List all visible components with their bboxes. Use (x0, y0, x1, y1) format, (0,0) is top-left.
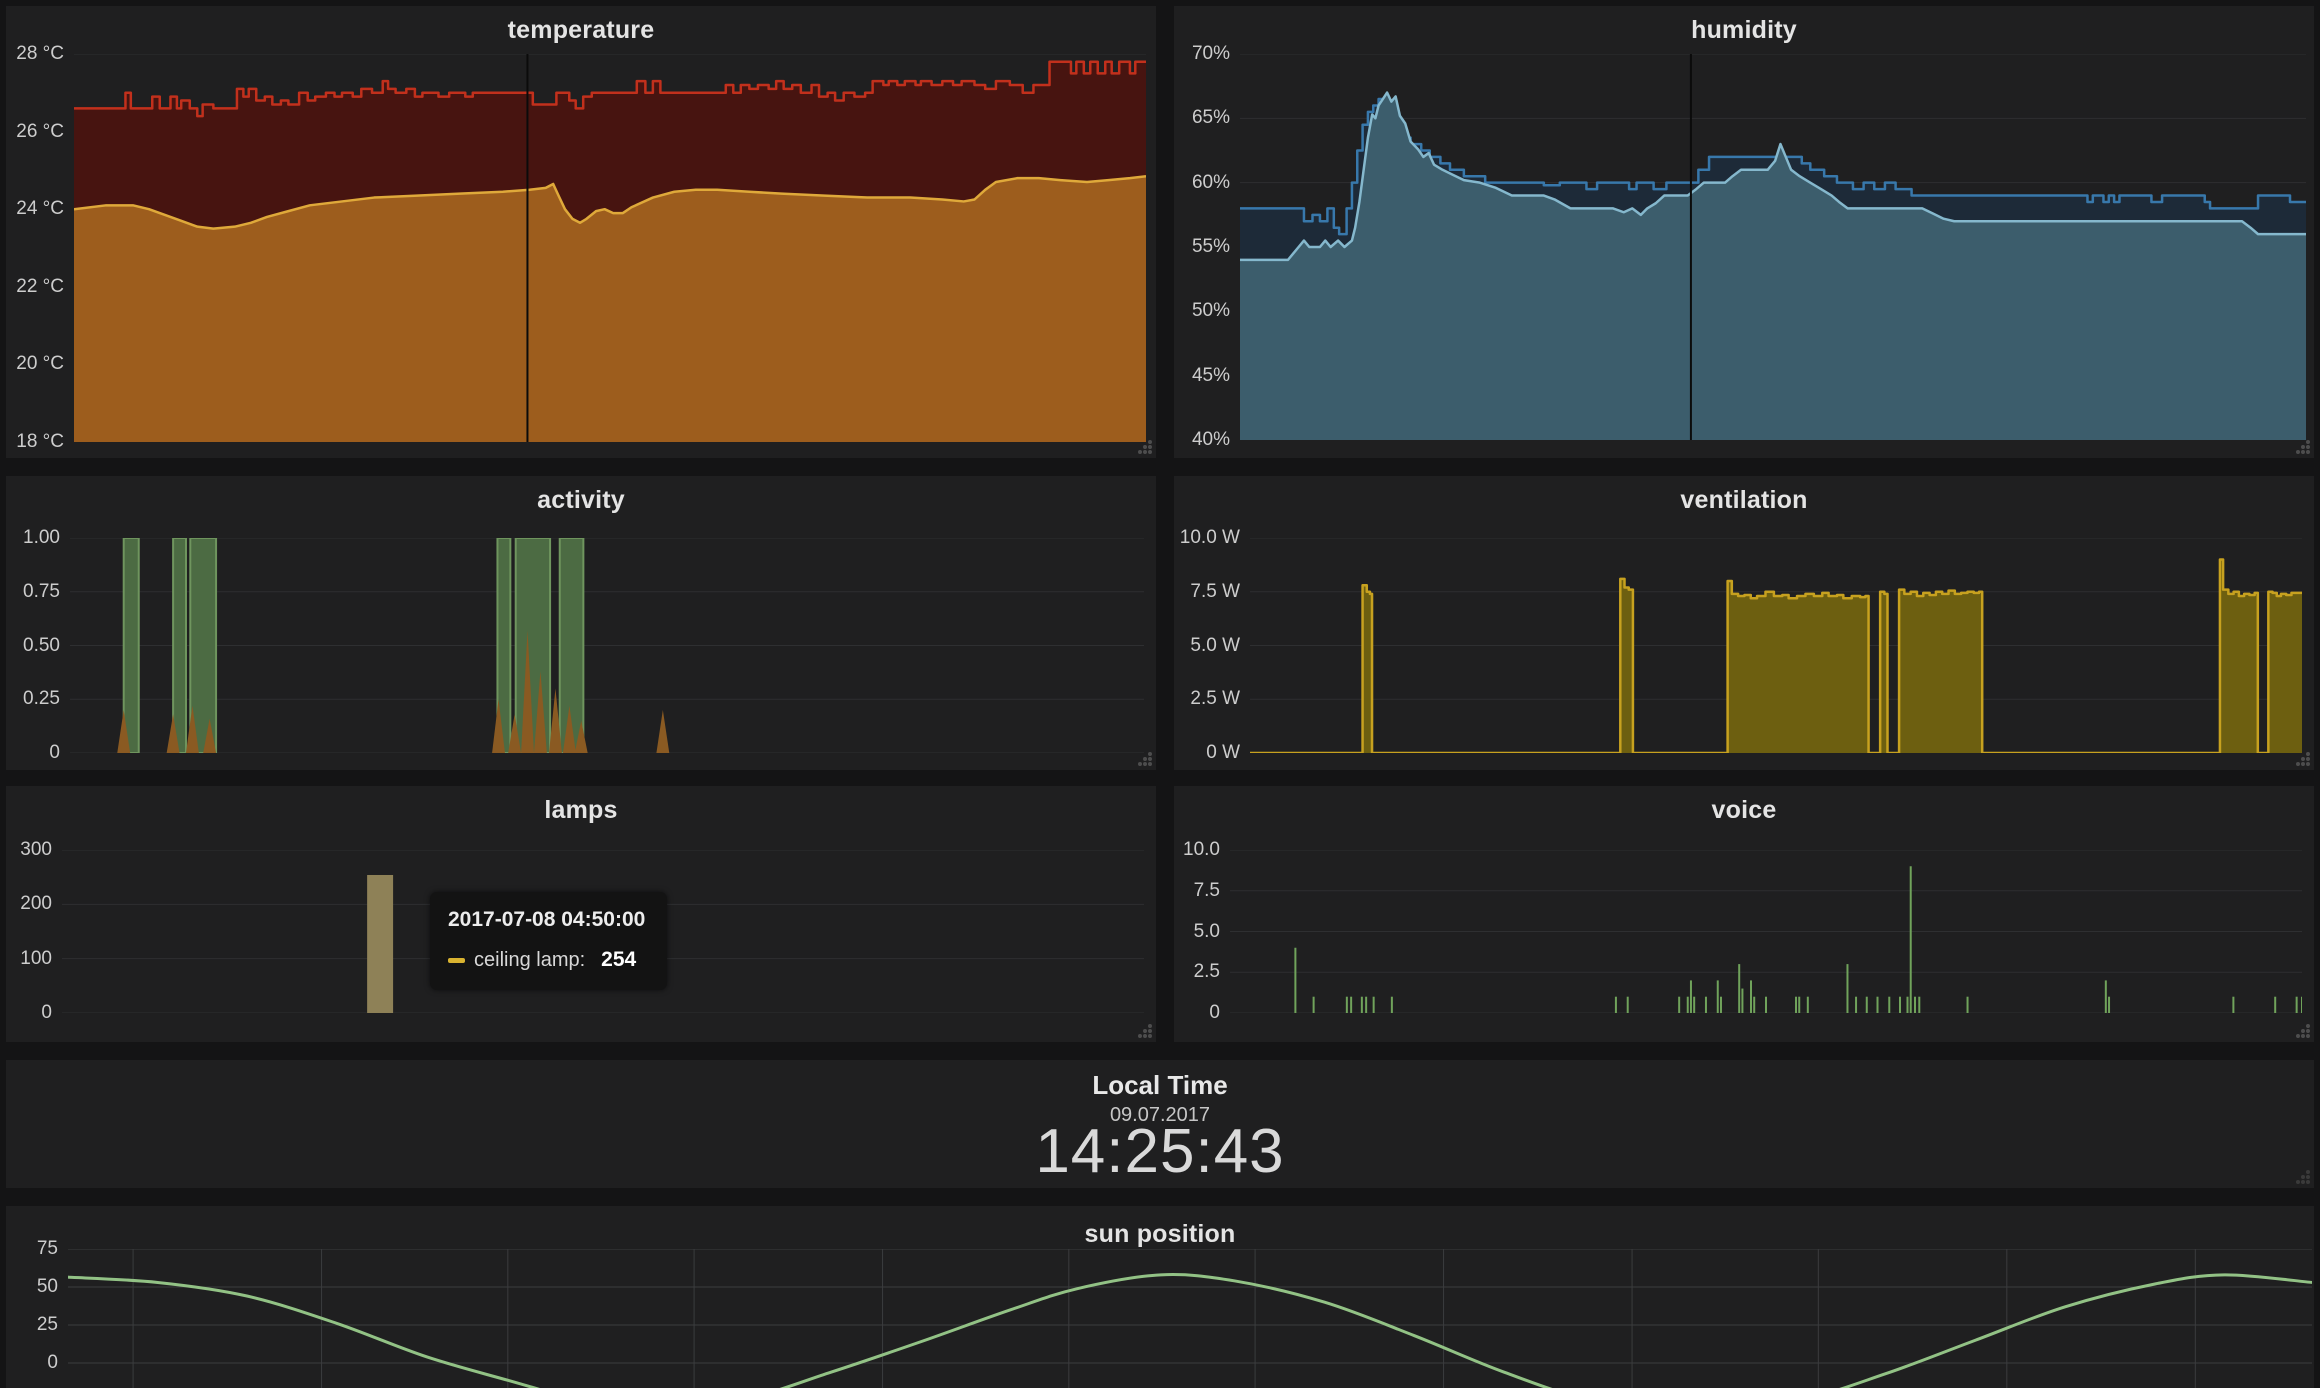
y-axis-tick: 18 °C (16, 431, 64, 453)
ventilation-y-axis: 10.0 W 7.5 W 5.0 W 2.5 W 0 W (1174, 476, 1240, 770)
panel-title-lamps: lamps (6, 796, 1156, 825)
clock-time: 14:25:43 (6, 1116, 2314, 1187)
y-axis-tick: 10.0 (1183, 839, 1220, 861)
y-axis-tick: 7.5 W (1190, 581, 1240, 603)
resize-handle-icon[interactable] (2294, 1168, 2310, 1184)
y-axis-tick: 2.5 (1194, 961, 1220, 983)
temperature-chart[interactable] (74, 54, 1146, 442)
sun-position-chart[interactable] (68, 1249, 2312, 1388)
y-axis-tick: 65% (1192, 107, 1230, 129)
resize-handle-icon[interactable] (2294, 750, 2310, 766)
humidity-chart[interactable] (1240, 54, 2306, 440)
y-axis-tick: 0.50 (23, 635, 60, 657)
panel-local-time: Local Time 09.07.2017 14:25:43 (6, 1060, 2314, 1188)
y-axis-tick: 50 (37, 1276, 58, 1298)
clock-title: Local Time (6, 1070, 2314, 1101)
y-axis-tick: 24 °C (16, 198, 64, 220)
y-axis-tick: 22 °C (16, 276, 64, 298)
ventilation-chart[interactable] (1250, 538, 2302, 753)
activity-chart[interactable] (70, 538, 1144, 753)
voice-chart[interactable] (1230, 850, 2302, 1013)
resize-handle-icon[interactable] (1136, 438, 1152, 454)
y-axis-tick: 100 (20, 948, 52, 970)
panel-ventilation: ventilation 10.0 W 7.5 W 5.0 W 2.5 W 0 W (1174, 476, 2314, 770)
panel-temperature: temperature 28 °C 26 °C 24 °C 22 °C 20 °C 18 … (6, 6, 1156, 458)
panel-title-temperature: temperature (6, 16, 1156, 45)
panel-sun-position: sun position 75 50 25 0 (6, 1206, 2314, 1388)
y-axis-tick: 50% (1192, 300, 1230, 322)
panel-title-humidity: humidity (1174, 16, 2314, 45)
panel-title-ventilation: ventilation (1174, 486, 2314, 515)
y-axis-tick: 5.0 W (1190, 635, 1240, 657)
panel-title-activity: activity (6, 486, 1156, 515)
y-axis-tick: 200 (20, 893, 52, 915)
y-axis-tick: 0 (47, 1352, 58, 1374)
y-axis-tick: 2.5 W (1190, 688, 1240, 710)
panel-activity: activity 1.00 0.75 0.50 0.25 0 (6, 476, 1156, 770)
y-axis-tick: 7.5 (1194, 880, 1220, 902)
panel-voice: voice 10.0 7.5 5.0 2.5 0 (1174, 786, 2314, 1042)
series-marker-icon (448, 958, 465, 963)
y-axis-tick: 60% (1192, 172, 1230, 194)
y-axis-tick: 20 °C (16, 353, 64, 375)
tooltip-series-label: ceiling lamp: (474, 949, 585, 972)
resize-handle-icon[interactable] (1136, 750, 1152, 766)
y-axis-tick: 0.75 (23, 581, 60, 603)
y-axis-tick: 0 (41, 1002, 52, 1024)
panel-lamps: lamps 300 200 100 0 2017-07-08 04:50:00 cei… (6, 786, 1156, 1042)
y-axis-tick: 0.25 (23, 688, 60, 710)
tooltip-timestamp: 2017-07-08 04:50:00 (448, 908, 645, 932)
activity-y-axis: 1.00 0.75 0.50 0.25 0 (6, 476, 60, 770)
voice-y-axis: 10.0 7.5 5.0 2.5 0 (1174, 786, 1220, 1042)
lamps-y-axis: 300 200 100 0 (6, 786, 52, 1042)
y-axis-tick: 70% (1192, 43, 1230, 65)
y-axis-tick: 45% (1192, 365, 1230, 387)
panel-humidity: humidity 70% 65% 60% 55% 50% 45% 40% (1174, 6, 2314, 458)
y-axis-tick: 28 °C (16, 43, 64, 65)
y-axis-tick: 40% (1192, 429, 1230, 451)
panel-title-sun-position: sun position (6, 1220, 2314, 1249)
temperature-y-axis: 28 °C 26 °C 24 °C 22 °C 20 °C 18 °C (6, 6, 64, 458)
resize-handle-icon[interactable] (2294, 438, 2310, 454)
y-axis-tick: 75 (37, 1238, 58, 1260)
sun-y-axis: 75 50 25 0 (6, 1206, 58, 1388)
y-axis-tick: 25 (37, 1314, 58, 1336)
chart-tooltip: 2017-07-08 04:50:00 ceiling lamp: 254 (430, 892, 667, 990)
y-axis-tick: 0 (1209, 1002, 1220, 1024)
y-axis-tick: 0 W (1206, 742, 1240, 764)
y-axis-tick: 55% (1192, 236, 1230, 258)
y-axis-tick: 5.0 (1194, 921, 1220, 943)
panel-title-voice: voice (1174, 796, 2314, 825)
y-axis-tick: 26 °C (16, 121, 64, 143)
humidity-y-axis: 70% 65% 60% 55% 50% 45% 40% (1174, 6, 1230, 458)
y-axis-tick: 300 (20, 839, 52, 861)
resize-handle-icon[interactable] (1136, 1022, 1152, 1038)
y-axis-tick: 1.00 (23, 527, 60, 549)
resize-handle-icon[interactable] (2294, 1022, 2310, 1038)
tooltip-value: 254 (601, 948, 636, 972)
y-axis-tick: 10.0 W (1180, 527, 1240, 549)
y-axis-tick: 0 (49, 742, 60, 764)
